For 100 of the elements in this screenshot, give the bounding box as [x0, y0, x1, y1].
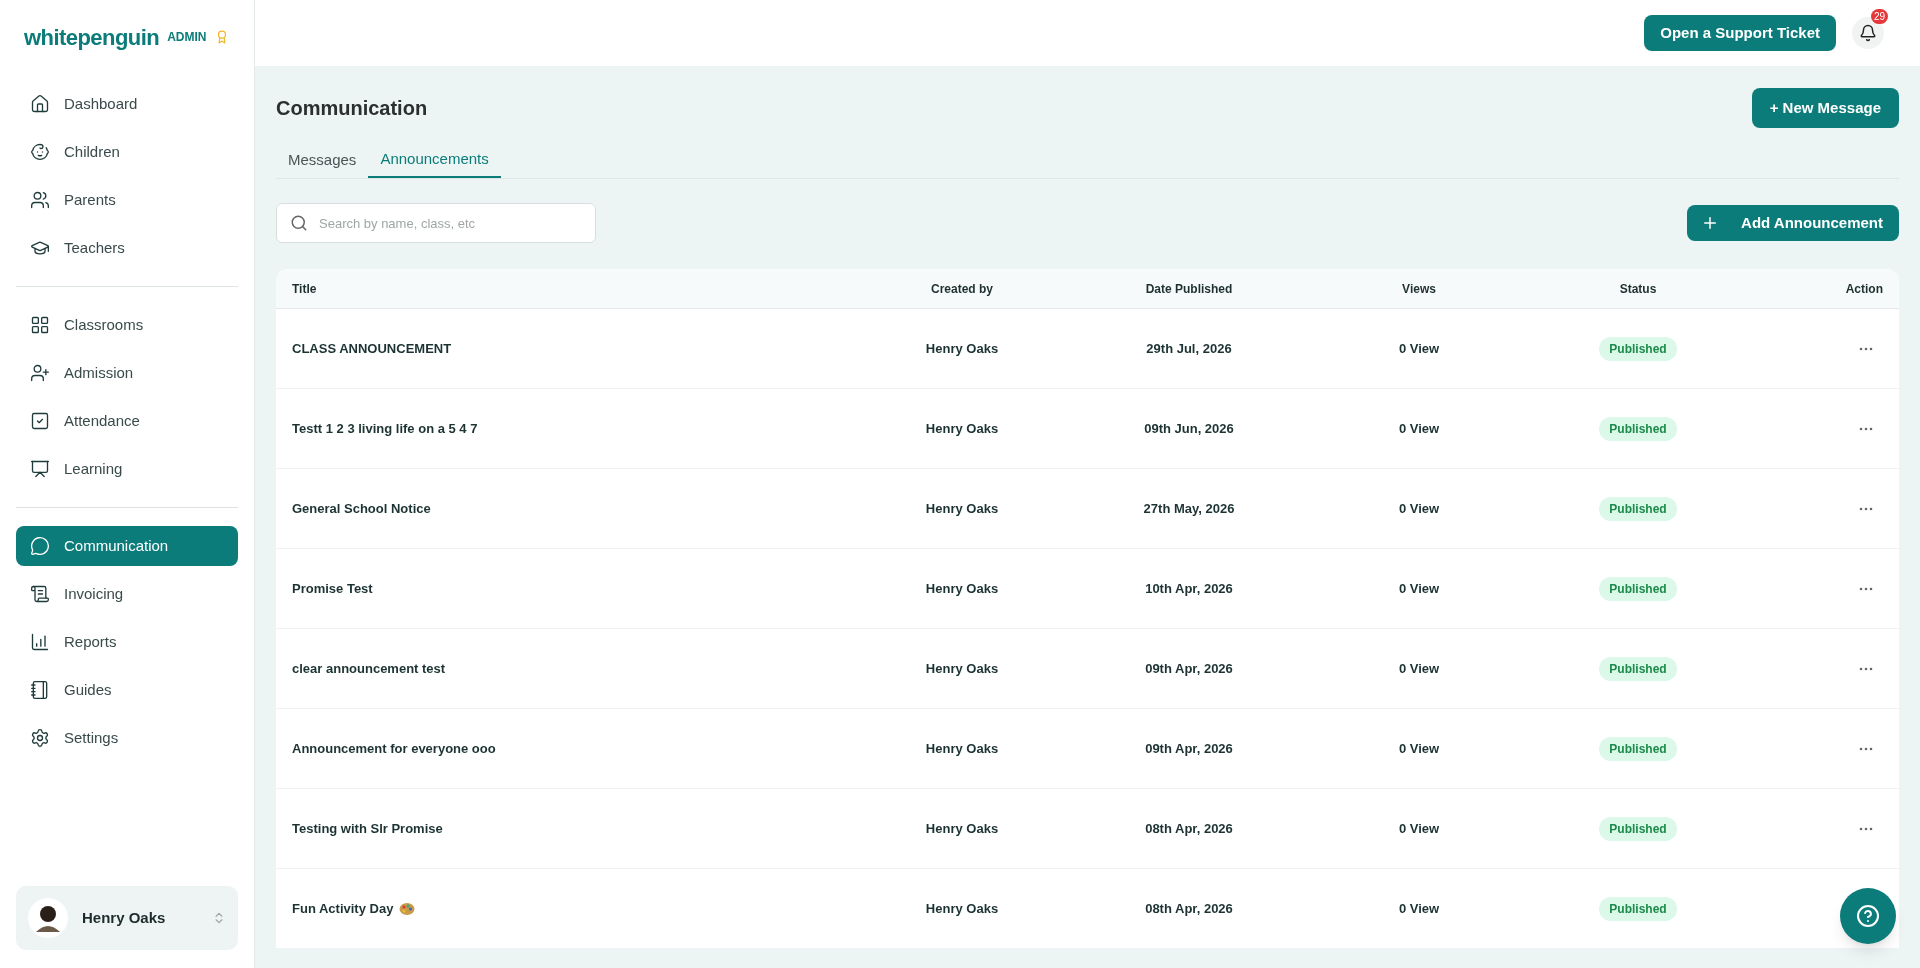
search-field[interactable]: Search by name, class, etc — [276, 203, 596, 243]
support-button[interactable]: Open a Support Ticket — [1644, 15, 1836, 51]
sidebar-item[interactable]: Dashboard — [16, 84, 238, 124]
table-cell-text: 0 View — [1398, 499, 1440, 518]
more-button[interactable] — [1859, 666, 1873, 671]
status-badge: Published — [1599, 816, 1677, 841]
status-badge: Published — [1599, 896, 1677, 921]
avatar — [28, 898, 68, 938]
table-cell-text: 08th Apr, 2026 — [1145, 819, 1233, 838]
settings-icon — [30, 728, 50, 748]
status-badge: Published — [1599, 576, 1677, 601]
chat-icon — [30, 536, 50, 556]
more-button[interactable] — [1859, 826, 1873, 831]
status-badge: Published — [1599, 736, 1677, 761]
scroll-icon — [30, 584, 50, 604]
column-header: Status — [1619, 280, 1657, 298]
table-cell-text: CLASS ANNOUNCEMENT — [292, 339, 452, 358]
palette-icon — [399, 901, 416, 916]
more-button[interactable] — [1859, 586, 1873, 591]
column-header: Views — [1402, 280, 1436, 298]
child-icon — [30, 142, 50, 162]
table-cell-text: clear announcement test — [292, 659, 446, 678]
sidebar-item[interactable]: Classrooms — [16, 305, 238, 345]
table-cell-text: 0 View — [1398, 819, 1440, 838]
tab[interactable]: Announcements — [368, 142, 501, 178]
sidebar-item[interactable]: Admission — [16, 353, 238, 393]
help-icon — [1856, 904, 1880, 928]
page-title: Communication — [276, 96, 428, 121]
more-button[interactable] — [1859, 746, 1873, 751]
sidebar-item[interactable]: Children — [16, 132, 238, 172]
add-announcement-button[interactable]: Add Announcement — [1687, 205, 1899, 241]
grid-icon — [30, 315, 50, 335]
ellipsis-icon — [1859, 666, 1873, 671]
presentation-icon — [30, 459, 50, 479]
ellipsis-icon — [1859, 506, 1873, 511]
table-cell-text: Henry Oaks — [925, 339, 999, 358]
table-cell-text: 0 View — [1398, 579, 1440, 598]
table-cell-text: Fun Activity Day — [292, 899, 394, 918]
user-menu[interactable]: Henry Oaks — [16, 886, 238, 950]
table-cell-text: 0 View — [1398, 339, 1440, 358]
table-cell-text: 0 View — [1398, 419, 1440, 438]
table-cell-text: Testt 1 2 3 living life on a 5 4 7 — [292, 419, 478, 438]
table-cell-text: 27th May, 2026 — [1143, 499, 1235, 518]
new-message-button[interactable]: + New Message — [1751, 88, 1899, 128]
more-button[interactable] — [1859, 426, 1873, 431]
column-header: Title — [292, 280, 317, 298]
status-badge: Published — [1599, 336, 1677, 361]
sidebar-item[interactable]: Reports — [16, 622, 238, 662]
table-cell-text: Henry Oaks — [925, 739, 999, 758]
chart-icon — [30, 632, 50, 652]
table-cell-text: Henry Oaks — [925, 819, 999, 838]
sidebar-item[interactable]: Teachers — [16, 228, 238, 268]
table-cell-text: Henry Oaks — [925, 899, 999, 918]
table-cell-text: 10th Apr, 2026 — [1145, 579, 1233, 598]
table-cell-text: Announcement for everyone ooo — [292, 739, 496, 758]
status-badge: Published — [1599, 656, 1677, 681]
table-cell-text: General School Notice — [292, 499, 431, 518]
ellipsis-icon — [1859, 826, 1873, 831]
table-cell-text: Henry Oaks — [925, 659, 999, 678]
ellipsis-icon — [1859, 426, 1873, 431]
table-cell-text: 09th Apr, 2026 — [1145, 659, 1233, 678]
status-badge: Published — [1599, 416, 1677, 441]
user-name: Henry Oaks — [82, 907, 167, 928]
sidebar-item[interactable]: Learning — [16, 449, 238, 489]
logo: whitepenguin — [24, 23, 160, 52]
users-icon — [30, 190, 50, 210]
table-cell-text: Promise Test — [292, 579, 373, 598]
sidebar-item[interactable]: Attendance — [16, 401, 238, 441]
column-header: Date Published — [1145, 280, 1233, 298]
column-header: Created by — [931, 280, 993, 298]
more-button[interactable] — [1859, 346, 1873, 351]
sidebar-item[interactable]: Settings — [16, 718, 238, 758]
bell-icon — [1859, 24, 1877, 42]
sidebar-item[interactable]: Communication — [16, 526, 238, 566]
table-cell-text: Henry Oaks — [925, 419, 999, 438]
table-cell-text: 0 View — [1398, 899, 1440, 918]
role-label: ADMIN — [167, 29, 207, 46]
notification-count: 29 — [1870, 9, 1888, 24]
column-header: Action — [1845, 280, 1883, 298]
table-cell-text: 0 View — [1398, 659, 1440, 678]
table-cell-text: 08th Apr, 2026 — [1145, 899, 1233, 918]
table-cell-text: 09th Jun, 2026 — [1144, 419, 1234, 438]
sidebar-item[interactable]: Guides — [16, 670, 238, 710]
status-badge: Published — [1599, 496, 1677, 521]
notebook-icon — [30, 680, 50, 700]
table-cell-text: 09th Apr, 2026 — [1145, 739, 1233, 758]
table-cell-text: 0 View — [1398, 739, 1440, 758]
house-icon — [30, 94, 50, 114]
tab[interactable]: Messages — [276, 142, 369, 178]
table-cell-text: Testing with Slr Promise — [292, 819, 443, 838]
sidebar-item[interactable]: Invoicing — [16, 574, 238, 614]
user-plus-icon — [30, 363, 50, 383]
search-icon — [290, 214, 308, 232]
ellipsis-icon — [1859, 346, 1873, 351]
table-cell-text: Henry Oaks — [925, 499, 999, 518]
more-button[interactable] — [1859, 506, 1873, 511]
sidebar-item[interactable]: Parents — [16, 180, 238, 220]
ellipsis-icon — [1859, 746, 1873, 751]
checkbox-icon — [30, 411, 50, 431]
ellipsis-icon — [1859, 586, 1873, 591]
